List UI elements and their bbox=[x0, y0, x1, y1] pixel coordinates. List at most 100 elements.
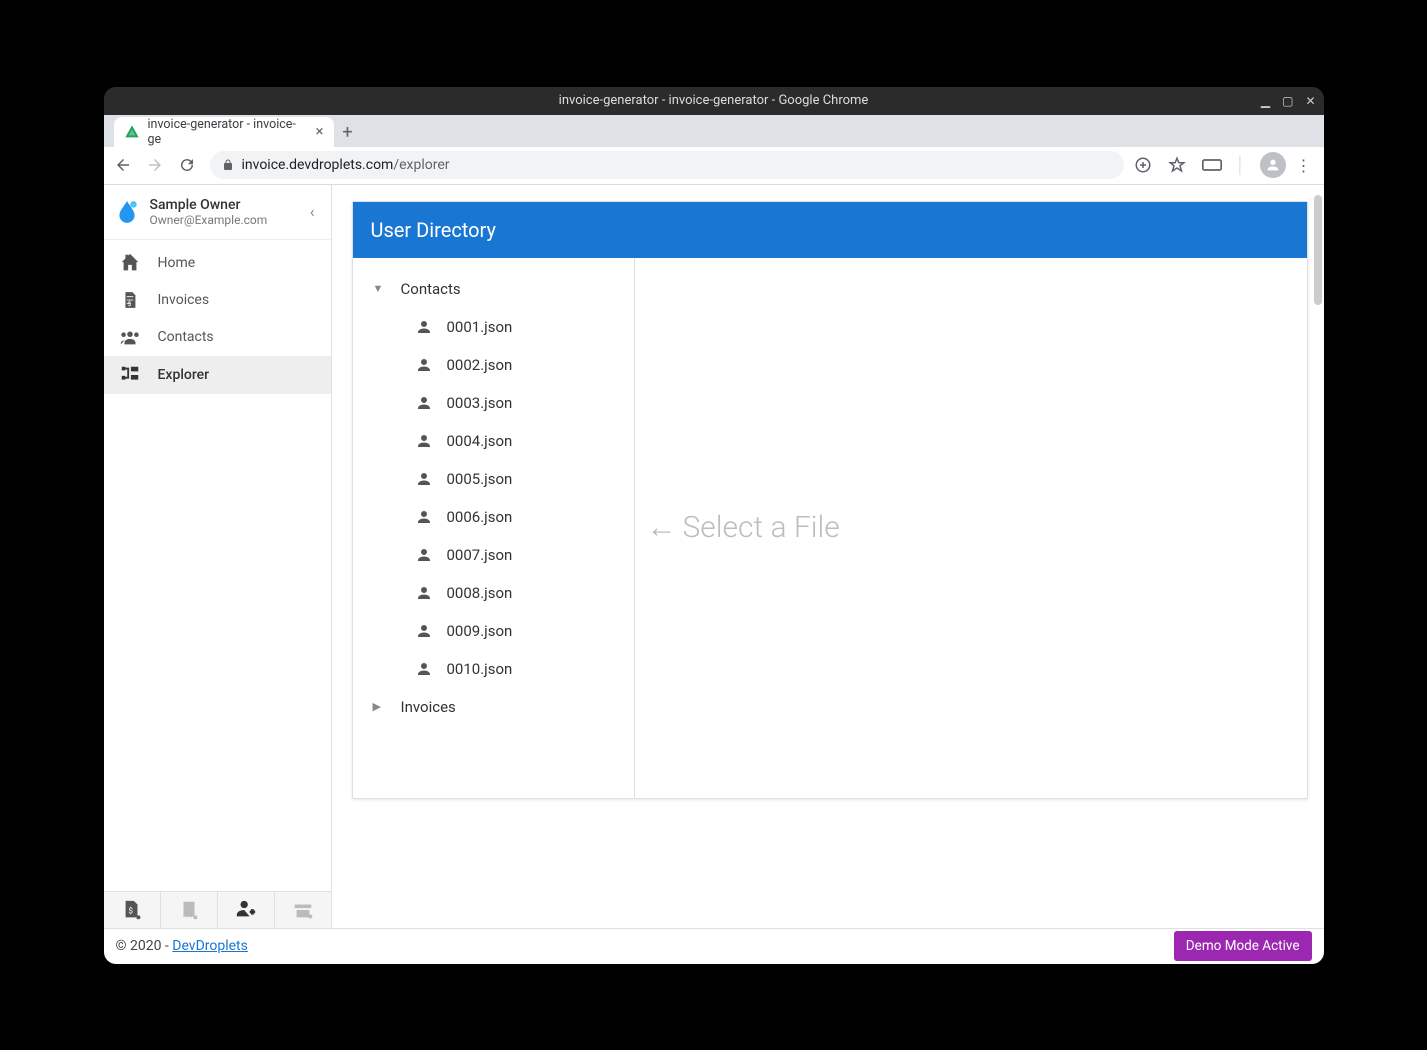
tree-file[interactable]: 0009.json bbox=[353, 612, 634, 650]
file-tree: ▼ Contacts 0001.json 0002.json 0003.json 00… bbox=[353, 258, 635, 798]
folder-label: Invoices bbox=[401, 698, 456, 716]
person-icon bbox=[415, 470, 433, 488]
person-icon bbox=[415, 318, 433, 336]
sidebar-item-label: Home bbox=[158, 255, 196, 271]
window-titlebar: invoice-generator - invoice-generator - … bbox=[104, 87, 1324, 115]
sidebar-item-label: Explorer bbox=[158, 367, 210, 383]
sidebar-collapse-icon[interactable]: ‹ bbox=[304, 200, 321, 223]
file-label: 0007.json bbox=[447, 546, 513, 564]
user-directory-panel: User Directory ▼ Contacts 0001.json 0002.… bbox=[352, 201, 1308, 799]
file-label: 0009.json bbox=[447, 622, 513, 640]
file-label: 0005.json bbox=[447, 470, 513, 488]
tree-folder-contacts[interactable]: ▼ Contacts bbox=[353, 270, 634, 308]
folder-label: Contacts bbox=[401, 280, 461, 298]
footer-copyright: © 2020 - bbox=[116, 938, 173, 954]
person-icon bbox=[415, 356, 433, 374]
tree-file[interactable]: 0001.json bbox=[353, 308, 634, 346]
sidebar-item-home[interactable]: Home bbox=[104, 244, 331, 282]
chrome-window: invoice-generator - invoice-generator - … bbox=[104, 87, 1324, 964]
sidebar: Sample Owner Owner@Example.com ‹ Home bbox=[104, 185, 332, 928]
person-icon bbox=[415, 432, 433, 450]
file-label: 0001.json bbox=[447, 318, 513, 336]
droplet-logo-icon bbox=[114, 199, 140, 225]
nav-back-icon[interactable] bbox=[114, 156, 136, 174]
tree-file[interactable]: 0003.json bbox=[353, 384, 634, 422]
person-icon bbox=[415, 394, 433, 412]
sidebar-item-contacts[interactable]: Contacts bbox=[104, 318, 331, 356]
panel-title: User Directory bbox=[353, 202, 1307, 258]
svg-text:$: $ bbox=[128, 905, 133, 916]
addressbar-right: │ ⋮ bbox=[1134, 152, 1314, 178]
file-label: 0006.json bbox=[447, 508, 513, 526]
nav-forward-icon bbox=[146, 156, 168, 174]
person-icon bbox=[415, 660, 433, 678]
owner-block: Sample Owner Owner@Example.com ‹ bbox=[104, 185, 331, 240]
person-icon bbox=[415, 508, 433, 526]
sidebar-item-label: Contacts bbox=[158, 329, 214, 345]
placeholder-text: Select a File bbox=[683, 510, 840, 545]
file-detail-placeholder: ← Select a File bbox=[635, 258, 1307, 798]
footer-link[interactable]: DevDroplets bbox=[172, 938, 248, 954]
arrow-left-icon: ← bbox=[647, 510, 677, 545]
window-minimize-icon[interactable]: ▁ bbox=[1259, 94, 1272, 108]
browser-tab-active[interactable]: invoice-generator - invoice-ge × bbox=[114, 117, 334, 147]
extension-icon[interactable] bbox=[1202, 158, 1222, 172]
app-footer: © 2020 - DevDroplets Demo Mode Active bbox=[104, 928, 1324, 964]
new-tab-button[interactable]: + bbox=[334, 119, 362, 147]
tab-close-icon[interactable]: × bbox=[315, 124, 323, 139]
sidebar-quick-actions: $ bbox=[104, 891, 331, 928]
explorer-icon bbox=[118, 364, 142, 386]
quick-new-invoice-button[interactable]: $ bbox=[104, 892, 161, 928]
tree-file[interactable]: 0006.json bbox=[353, 498, 634, 536]
window-close-icon[interactable]: ✕ bbox=[1303, 94, 1317, 108]
file-label: 0003.json bbox=[447, 394, 513, 412]
tree-folder-invoices[interactable]: ▶ Invoices bbox=[353, 688, 634, 726]
url-text: invoice.devdroplets.com/explorer bbox=[242, 157, 450, 173]
url-field[interactable]: invoice.devdroplets.com/explorer bbox=[210, 151, 1124, 179]
chevron-right-icon: ▶ bbox=[373, 700, 383, 713]
tree-file[interactable]: 0005.json bbox=[353, 460, 634, 498]
browser-addressbar: invoice.devdroplets.com/explorer │ ⋮ bbox=[104, 147, 1324, 185]
file-label: 0004.json bbox=[447, 432, 513, 450]
person-icon bbox=[415, 546, 433, 564]
lock-icon bbox=[222, 159, 234, 171]
nav-reload-icon[interactable] bbox=[178, 156, 200, 174]
window-maximize-icon[interactable]: ▢ bbox=[1280, 94, 1295, 108]
quick-new-contact-button[interactable] bbox=[218, 892, 275, 928]
quick-new-archive-button[interactable] bbox=[275, 892, 331, 928]
tab-label: invoice-generator - invoice-ge bbox=[148, 117, 308, 147]
file-label: 0008.json bbox=[447, 584, 513, 602]
profile-avatar-icon[interactable] bbox=[1260, 152, 1280, 178]
main-area: User Directory ▼ Contacts 0001.json 0002.… bbox=[332, 185, 1324, 928]
owner-name: Sample Owner bbox=[150, 197, 294, 213]
tree-file[interactable]: 0008.json bbox=[353, 574, 634, 612]
person-icon bbox=[415, 622, 433, 640]
window-title: invoice-generator - invoice-generator - … bbox=[559, 93, 869, 108]
demo-mode-button[interactable]: Demo Mode Active bbox=[1174, 931, 1312, 961]
person-icon bbox=[415, 584, 433, 602]
tab-favicon-icon bbox=[124, 124, 140, 140]
browser-tabstrip: invoice-generator - invoice-ge × + bbox=[104, 115, 1324, 147]
svg-text:$: $ bbox=[127, 299, 131, 307]
sidebar-item-explorer[interactable]: Explorer bbox=[104, 356, 331, 394]
main-scrollbar[interactable] bbox=[1314, 195, 1322, 918]
url-path: /explorer bbox=[393, 157, 449, 173]
sidebar-nav: Home $ Invoices Contacts bbox=[104, 240, 331, 394]
tree-file[interactable]: 0004.json bbox=[353, 422, 634, 460]
tree-file[interactable]: 0007.json bbox=[353, 536, 634, 574]
home-icon bbox=[118, 252, 142, 274]
zoom-plus-icon[interactable] bbox=[1134, 156, 1154, 174]
invoice-icon: $ bbox=[118, 290, 142, 310]
tree-file[interactable]: 0002.json bbox=[353, 346, 634, 384]
owner-email: Owner@Example.com bbox=[150, 213, 294, 227]
tree-file[interactable]: 0010.json bbox=[353, 650, 634, 688]
kebab-menu-icon[interactable]: ⋮ bbox=[1294, 156, 1314, 175]
window-controls: ▁ ▢ ✕ bbox=[1259, 87, 1318, 115]
file-label: 0002.json bbox=[447, 356, 513, 374]
contacts-icon bbox=[118, 326, 142, 348]
url-host: invoice.devdroplets.com bbox=[242, 157, 394, 173]
sidebar-item-invoices[interactable]: $ Invoices bbox=[104, 282, 331, 318]
quick-new-receipt-button[interactable] bbox=[161, 892, 218, 928]
bookmark-star-icon[interactable] bbox=[1168, 156, 1188, 174]
chevron-down-icon: ▼ bbox=[373, 282, 383, 295]
